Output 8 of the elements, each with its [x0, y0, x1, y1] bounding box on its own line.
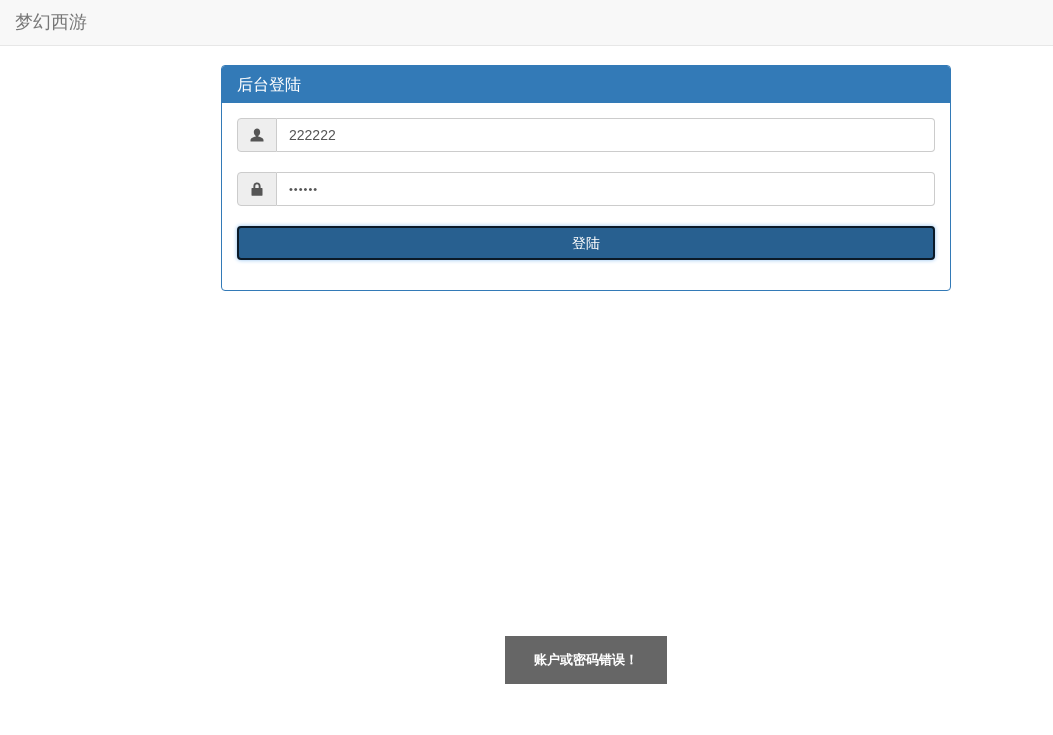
password-field[interactable]: ••••••	[277, 172, 935, 206]
lock-icon	[251, 182, 263, 196]
login-button[interactable]: 登陆	[237, 226, 935, 260]
user-icon	[250, 128, 264, 142]
brand-title[interactable]: 梦幻西游	[15, 11, 87, 32]
panel-title: 后台登陆	[237, 75, 301, 94]
toast-message: 账户或密码错误！	[534, 651, 638, 670]
username-field[interactable]: 222222	[277, 118, 935, 152]
